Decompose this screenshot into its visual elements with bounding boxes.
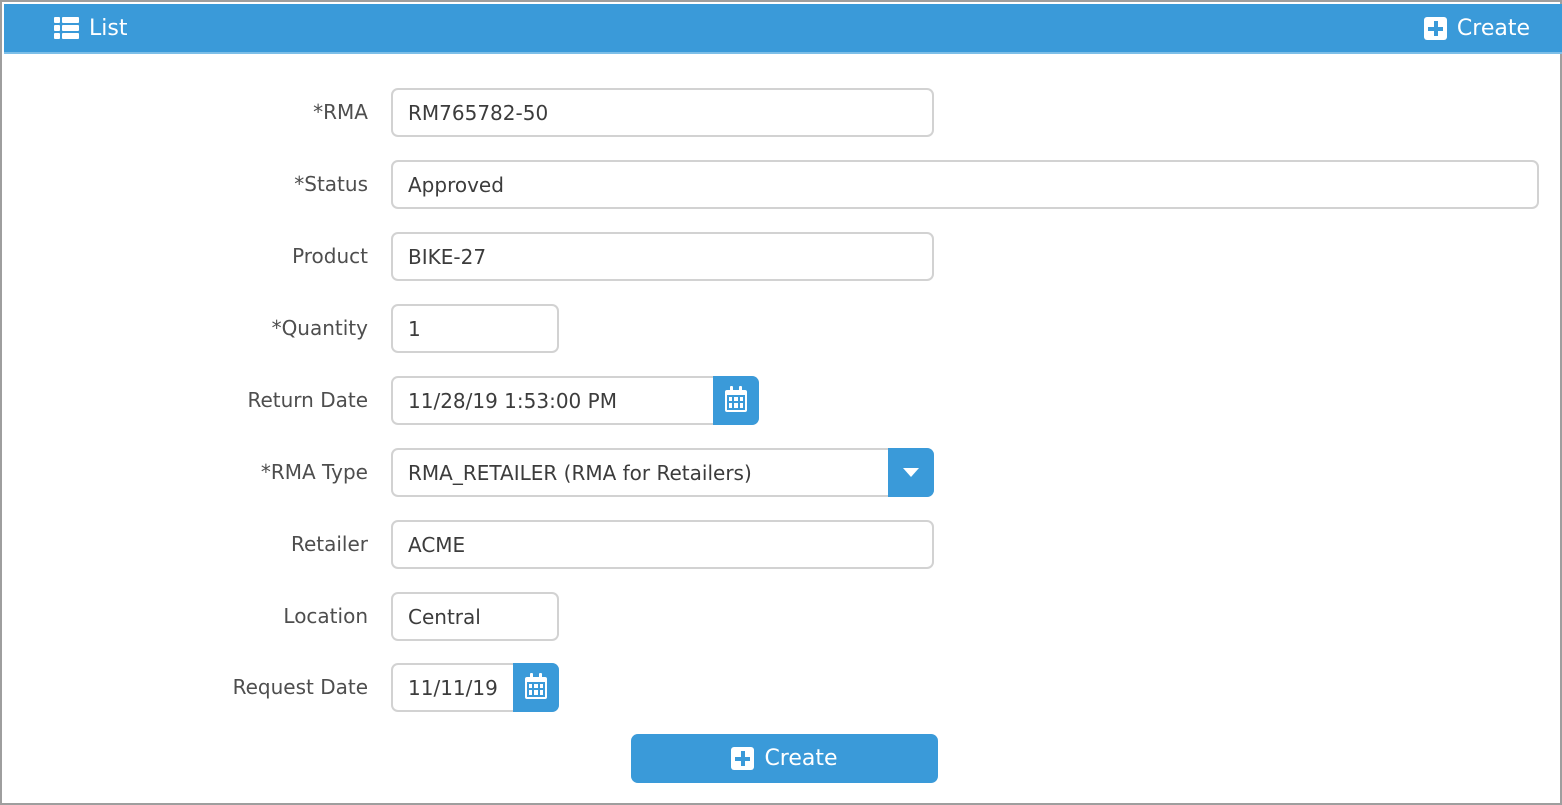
location-value: Central [408,604,481,629]
rma-type-dropdown-button[interactable] [888,448,934,497]
calendar-icon [525,672,547,699]
create-toolbar-label: Create [1456,15,1530,41]
request-date-label: Request Date [232,675,368,699]
form-window: List Create *RMA RM765782-50 *Status App… [0,0,1562,805]
caret-down-icon [903,468,919,477]
create-submit-label: Create [764,746,838,771]
status-label: *Status [294,172,368,196]
request-date-input[interactable]: 11/11/19 [391,663,559,712]
retailer-input[interactable]: ACME [391,520,934,569]
location-label: Location [283,604,368,628]
return-date-calendar-button[interactable] [713,376,759,425]
product-value: BIKE-27 [408,244,487,269]
return-date-value: 11/28/19 1:53:00 PM [408,388,617,413]
plus-square-icon [731,747,755,770]
location-input[interactable]: Central [391,592,559,641]
quantity-label: *Quantity [271,316,368,340]
rma-type-select[interactable]: RMA_RETAILER (RMA for Retailers) [391,448,934,497]
create-submit-button[interactable]: Create [631,734,938,783]
rma-input[interactable]: RM765782-50 [391,88,934,137]
list-button[interactable]: List [54,4,127,52]
plus-square-icon [1423,16,1447,40]
list-icon [54,17,79,39]
rma-type-label: *RMA Type [260,460,368,484]
request-date-calendar-button[interactable] [513,663,559,712]
retailer-value: ACME [408,532,466,557]
rma-value: RM765782-50 [408,100,549,125]
calendar-icon [725,385,747,412]
return-date-input[interactable]: 11/28/19 1:53:00 PM [391,376,759,425]
rma-label: *RMA [313,100,368,124]
rma-type-value: RMA_RETAILER (RMA for Retailers) [408,460,752,485]
product-input[interactable]: BIKE-27 [391,232,934,281]
product-label: Product [292,244,368,268]
quantity-input[interactable]: 1 [391,304,559,353]
create-toolbar-button[interactable]: Create [1423,4,1530,52]
toolbar: List Create [4,4,1562,54]
list-button-label: List [89,15,128,41]
status-input[interactable]: Approved [391,160,1539,209]
return-date-label: Return Date [247,388,368,412]
quantity-value: 1 [408,316,421,341]
retailer-label: Retailer [290,532,368,556]
status-value: Approved [408,172,504,197]
